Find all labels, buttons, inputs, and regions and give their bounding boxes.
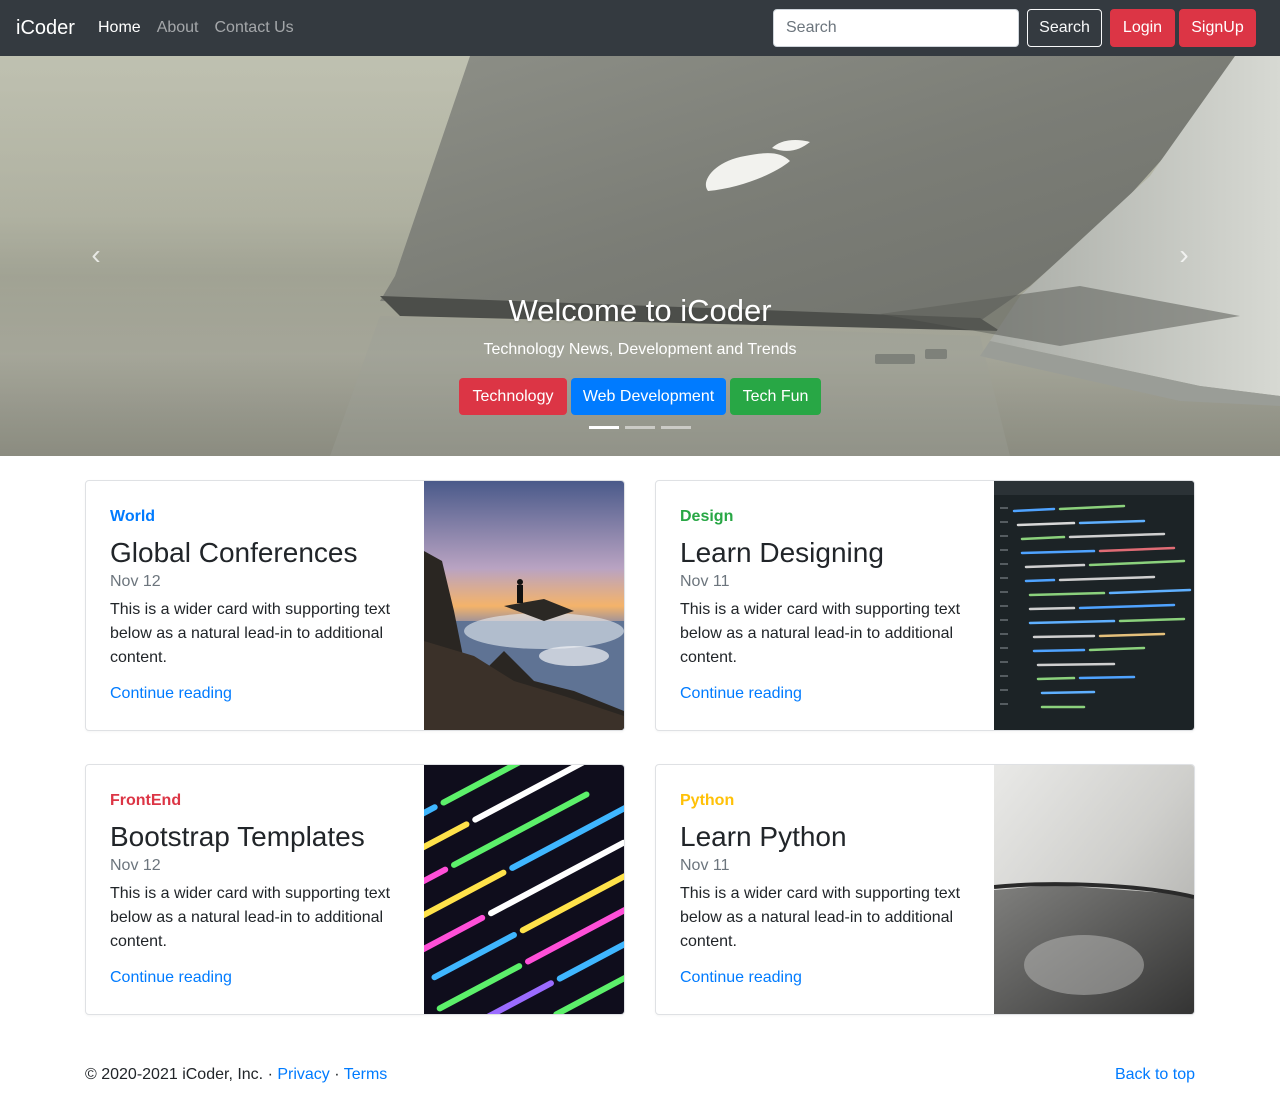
- card-title: Global Conferences: [110, 537, 358, 568]
- carousel-indicator-1[interactable]: [589, 426, 619, 429]
- card-date: Nov 11: [680, 573, 730, 590]
- search-input[interactable]: [773, 9, 1019, 47]
- continue-reading-link[interactable]: Continue reading: [110, 968, 232, 988]
- carousel-title: Welcome to iCoder: [508, 293, 772, 328]
- card-date: Nov 11: [680, 857, 730, 874]
- back-to-top-link[interactable]: Back to top: [1115, 1065, 1195, 1085]
- footer: © 2020-2021 iCoder, Inc. · Privacy · Ter…: [85, 1065, 1195, 1085]
- card-title: Bootstrap Templates: [110, 821, 365, 852]
- card-date: Nov 12: [110, 573, 161, 590]
- card-category: World: [110, 508, 156, 525]
- card-category: FrontEnd: [110, 792, 182, 809]
- terms-link[interactable]: Terms: [344, 1066, 388, 1083]
- card-image-phone-closeup: [994, 765, 1194, 1014]
- card-title: Learn Designing: [680, 537, 884, 568]
- carousel-indicator-3[interactable]: [661, 426, 691, 429]
- card-image-code-editor: [994, 481, 1194, 730]
- card-category: Python: [680, 792, 735, 809]
- card-text: This is a wider card with supporting tex…: [110, 601, 391, 666]
- card-global-conferences: World Global Conferences Nov 12 This is …: [85, 480, 625, 731]
- continue-reading-link[interactable]: Continue reading: [680, 684, 802, 704]
- carousel-next-icon[interactable]: ›: [1169, 240, 1199, 270]
- nav-home-link[interactable]: Home: [98, 17, 141, 39]
- web-development-button[interactable]: Web Development: [571, 378, 726, 415]
- card-text: This is a wider card with supporting tex…: [110, 885, 391, 950]
- card-bootstrap-templates: FrontEnd Bootstrap Templates Nov 12 This…: [85, 764, 625, 1015]
- footer-separator: ·: [329, 1066, 344, 1083]
- copyright-text: © 2020-2021 iCoder, Inc. ·: [85, 1066, 278, 1083]
- technology-button[interactable]: Technology: [459, 378, 567, 415]
- hero-carousel: ‹ › Welcome to iCoder Technology News, D…: [0, 56, 1280, 456]
- privacy-link[interactable]: Privacy: [277, 1066, 329, 1083]
- card-image-colorful-code: [424, 765, 624, 1014]
- signup-button[interactable]: SignUp: [1179, 9, 1256, 47]
- brand-logo[interactable]: iCoder: [16, 15, 75, 41]
- carousel-prev-icon[interactable]: ‹: [81, 240, 111, 270]
- card-date: Nov 12: [110, 857, 161, 874]
- navbar: iCoder Home About Contact Us Search Logi…: [0, 0, 1280, 56]
- nav-links: Home About Contact Us: [98, 17, 294, 39]
- card-learn-designing: Design Learn Designing Nov 11 This is a …: [655, 480, 1195, 731]
- tech-fun-button[interactable]: Tech Fun: [730, 378, 821, 415]
- continue-reading-link[interactable]: Continue reading: [110, 684, 232, 704]
- search-button[interactable]: Search: [1027, 9, 1102, 47]
- nav-about-link[interactable]: About: [157, 17, 199, 39]
- card-text: This is a wider card with supporting tex…: [680, 601, 961, 666]
- card-text: This is a wider card with supporting tex…: [680, 885, 961, 950]
- carousel-subtitle: Technology News, Development and Trends: [483, 341, 797, 358]
- nav-contact-link[interactable]: Contact Us: [215, 17, 294, 39]
- card-learn-python: Python Learn Python Nov 11 This is a wid…: [655, 764, 1195, 1015]
- card-category: Design: [680, 508, 734, 525]
- carousel-indicator-2[interactable]: [625, 426, 655, 429]
- login-button[interactable]: Login: [1110, 9, 1175, 47]
- card-title: Learn Python: [680, 821, 847, 852]
- continue-reading-link[interactable]: Continue reading: [680, 968, 802, 988]
- card-image-sunset-coast: [424, 481, 624, 730]
